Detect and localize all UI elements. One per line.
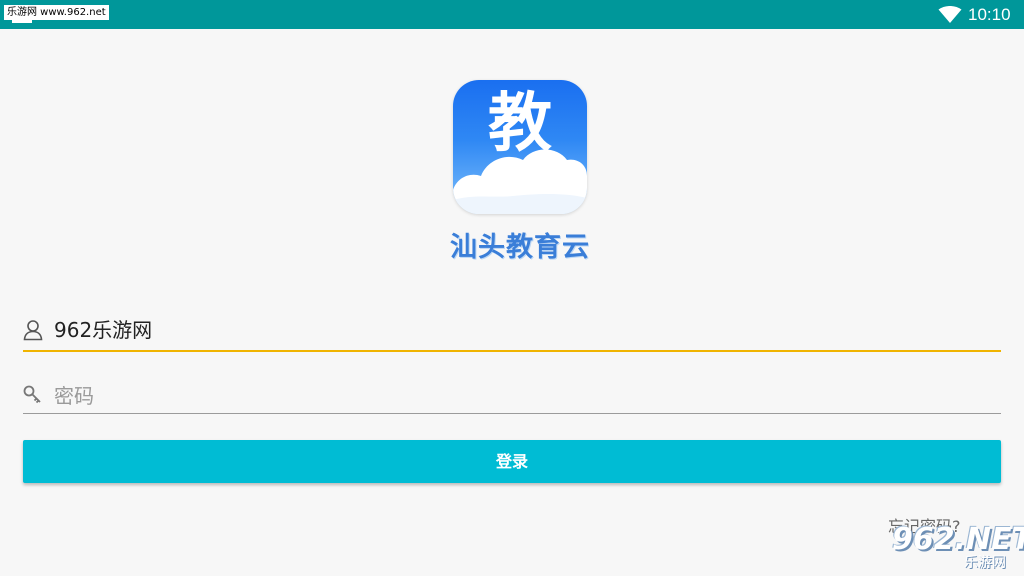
- app-name: 汕头教育云: [450, 232, 590, 263]
- status-badge: 乐游网 www.962.net: [4, 5, 109, 23]
- username-field: [23, 314, 1001, 352]
- watermark-sub: 乐游网: [964, 555, 1006, 571]
- status-bar: 乐游网 www.962.net 10:10: [0, 0, 1024, 29]
- username-input[interactable]: [54, 314, 984, 346]
- app-logo: 教: [453, 80, 587, 214]
- key-icon: [23, 385, 41, 404]
- wifi-icon: [938, 6, 962, 23]
- login-button[interactable]: 登录: [23, 440, 1001, 483]
- password-input[interactable]: [54, 380, 984, 412]
- watermark-main: 962.NET: [892, 522, 1024, 557]
- cloud-icon: [453, 149, 587, 214]
- clock: 10:10: [968, 5, 1011, 24]
- watermark: 962.NET 乐游网: [884, 518, 1024, 576]
- user-icon: [23, 320, 43, 341]
- password-field: [23, 380, 1001, 414]
